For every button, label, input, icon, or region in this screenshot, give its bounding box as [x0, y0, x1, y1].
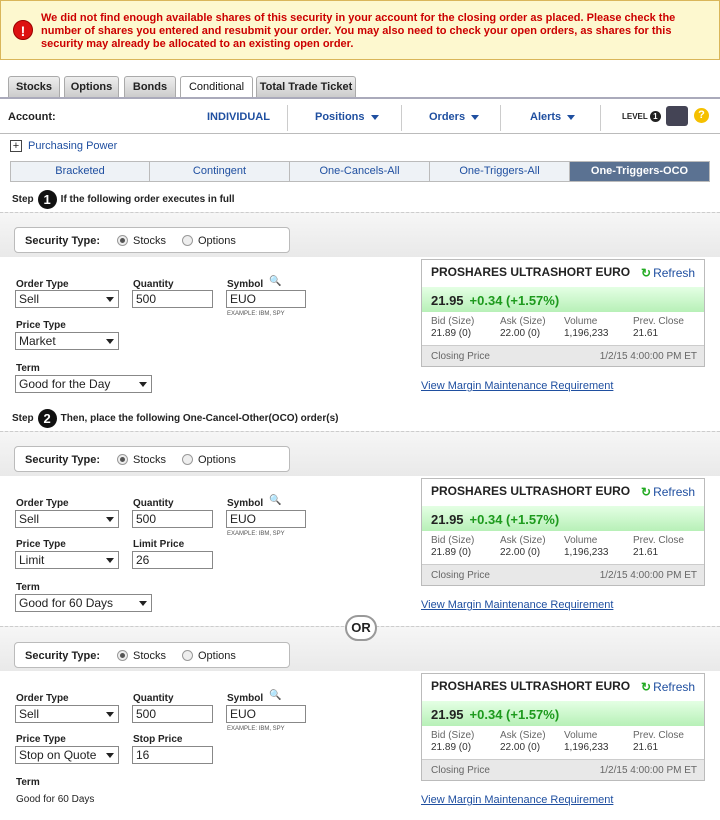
tab-options[interactable]: Options — [64, 76, 119, 97]
tab-conditional[interactable]: Conditional — [180, 76, 253, 97]
quantity-input[interactable]: 500 — [132, 510, 213, 528]
stocks-radio[interactable] — [117, 454, 128, 465]
quote-price: 21.95 +0.34 (+1.57%) — [422, 287, 704, 312]
price-type-select[interactable]: Stop on Quote — [15, 746, 119, 764]
quote-price: 21.95 +0.34 (+1.57%) — [422, 701, 704, 726]
error-icon: ! — [13, 20, 33, 40]
quote-price: 21.95 +0.34 (+1.57%) — [422, 506, 704, 531]
stocks-radio[interactable] — [117, 235, 128, 246]
refresh-icon: ↻ — [641, 485, 652, 499]
purchasing-power-toggle[interactable]: + Purchasing Power — [10, 140, 117, 152]
stop-price-label: Stop Price — [133, 734, 183, 745]
or-divider: OR — [345, 615, 377, 641]
refresh-button[interactable]: ↻ Refresh — [641, 485, 695, 499]
order-type-select[interactable]: Sell — [15, 705, 119, 723]
margin-link[interactable]: View Margin Maintenance Requirement — [421, 380, 613, 392]
search-icon[interactable]: 🔍 — [269, 690, 281, 701]
quantity-label: Quantity — [133, 498, 174, 509]
search-icon[interactable]: 🔍 — [269, 495, 281, 506]
quantity-input[interactable]: 500 — [132, 290, 213, 308]
options-radio[interactable] — [182, 454, 193, 465]
order-type-label: Order Type — [16, 693, 69, 704]
subtab-contingent[interactable]: Contingent — [150, 162, 290, 181]
symbol-example: EXAMPLE: IBM, SPY — [227, 726, 285, 732]
order-type-select[interactable]: Sell — [15, 290, 119, 308]
quote-panel: PROSHARES ULTRASHORT EURO ↻ Refresh 21.95… — [421, 478, 705, 586]
search-icon[interactable]: 🔍 — [269, 276, 281, 287]
symbol-input[interactable]: EUO — [226, 705, 306, 723]
quote-panel: PROSHARES ULTRASHORT EURO ↻ Refresh 21.95… — [421, 673, 705, 781]
symbol-label: Symbol — [227, 279, 264, 290]
subtab-one-triggers-oco[interactable]: One-Triggers-OCO — [570, 162, 709, 181]
limit-price-input[interactable]: 26 — [132, 551, 213, 569]
tab-total-trade-ticket[interactable]: Total Trade Ticket — [256, 76, 356, 97]
subtab-one-triggers-all[interactable]: One-Triggers-All — [430, 162, 570, 181]
refresh-button[interactable]: ↻ Refresh — [641, 680, 695, 694]
quantity-input[interactable]: 500 — [132, 705, 213, 723]
account-label: Account: — [8, 111, 56, 123]
positions-menu[interactable]: Positions — [315, 111, 379, 123]
term-select[interactable]: Good for 60 Days — [15, 594, 152, 612]
term-value: Good for 60 Days — [16, 794, 95, 805]
error-message: We did not find enough available shares … — [41, 12, 676, 50]
subtab-one-cancels-all[interactable]: One-Cancels-All — [290, 162, 430, 181]
account-bar: Account: INDIVIDUAL Positions Orders Ale… — [0, 97, 720, 134]
refresh-icon: ↻ — [641, 680, 652, 694]
term-label: Term — [16, 777, 40, 788]
term-label: Term — [16, 582, 40, 593]
tab-bonds[interactable]: Bonds — [124, 76, 176, 97]
margin-link[interactable]: View Margin Maintenance Requirement — [421, 599, 613, 611]
quote-title: PROSHARES ULTRASHORT EURO — [431, 484, 631, 498]
security-type-3: Security Type: Stocks Options — [14, 642, 290, 668]
quote-title: PROSHARES ULTRASHORT EURO — [431, 679, 631, 693]
price-type-label: Price Type — [16, 320, 66, 331]
term-select[interactable]: Good for the Day — [15, 375, 152, 393]
tab-stocks[interactable]: Stocks — [8, 76, 60, 97]
alerts-menu[interactable]: Alerts — [530, 111, 575, 123]
subtab-bracketed[interactable]: Bracketed — [11, 162, 150, 181]
help-icon[interactable]: ? — [694, 108, 709, 123]
limit-price-label: Limit Price — [133, 539, 185, 550]
price-type-select[interactable]: Limit — [15, 551, 119, 569]
step-1-header: Step 1 If the following order executes in … — [12, 190, 235, 209]
price-type-select[interactable]: Market — [15, 332, 119, 350]
symbol-example: EXAMPLE: IBM, SPY — [227, 311, 285, 317]
expand-icon: + — [10, 140, 22, 152]
order-type-label: Order Type — [16, 279, 69, 290]
refresh-button[interactable]: ↻ Refresh — [641, 266, 695, 280]
step-2-header: Step 2 Then, place the following One-Cance… — [12, 409, 339, 428]
level-badge: LEVEL 1 — [622, 111, 661, 122]
security-type-2: Security Type: Stocks Options — [14, 446, 290, 472]
quantity-label: Quantity — [133, 693, 174, 704]
price-type-label: Price Type — [16, 539, 66, 550]
refresh-icon: ↻ — [641, 266, 652, 280]
security-type-1: Security Type: Stocks Options — [14, 227, 290, 253]
options-radio[interactable] — [182, 650, 193, 661]
error-banner: ! We did not find enough available share… — [0, 0, 720, 60]
conditional-subtabs: Bracketed Contingent One-Cancels-All One… — [10, 161, 710, 182]
quote-title: PROSHARES ULTRASHORT EURO — [431, 265, 631, 279]
quote-panel: PROSHARES ULTRASHORT EURO ↻ Refresh 21.95… — [421, 259, 705, 367]
symbol-example: EXAMPLE: IBM, SPY — [227, 531, 285, 537]
orders-menu[interactable]: Orders — [429, 111, 479, 123]
order-type-label: Order Type — [16, 498, 69, 509]
symbol-input[interactable]: EUO — [226, 290, 306, 308]
education-icon[interactable] — [666, 106, 688, 126]
price-type-label: Price Type — [16, 734, 66, 745]
symbol-label: Symbol — [227, 693, 264, 704]
options-radio[interactable] — [182, 235, 193, 246]
order-type-select[interactable]: Sell — [15, 510, 119, 528]
stop-price-input[interactable]: 16 — [132, 746, 213, 764]
account-selector[interactable]: INDIVIDUAL — [207, 111, 270, 123]
symbol-input[interactable]: EUO — [226, 510, 306, 528]
stocks-radio[interactable] — [117, 650, 128, 661]
margin-link[interactable]: View Margin Maintenance Requirement — [421, 794, 613, 806]
quantity-label: Quantity — [133, 279, 174, 290]
term-label: Term — [16, 363, 40, 374]
symbol-label: Symbol — [227, 498, 264, 509]
